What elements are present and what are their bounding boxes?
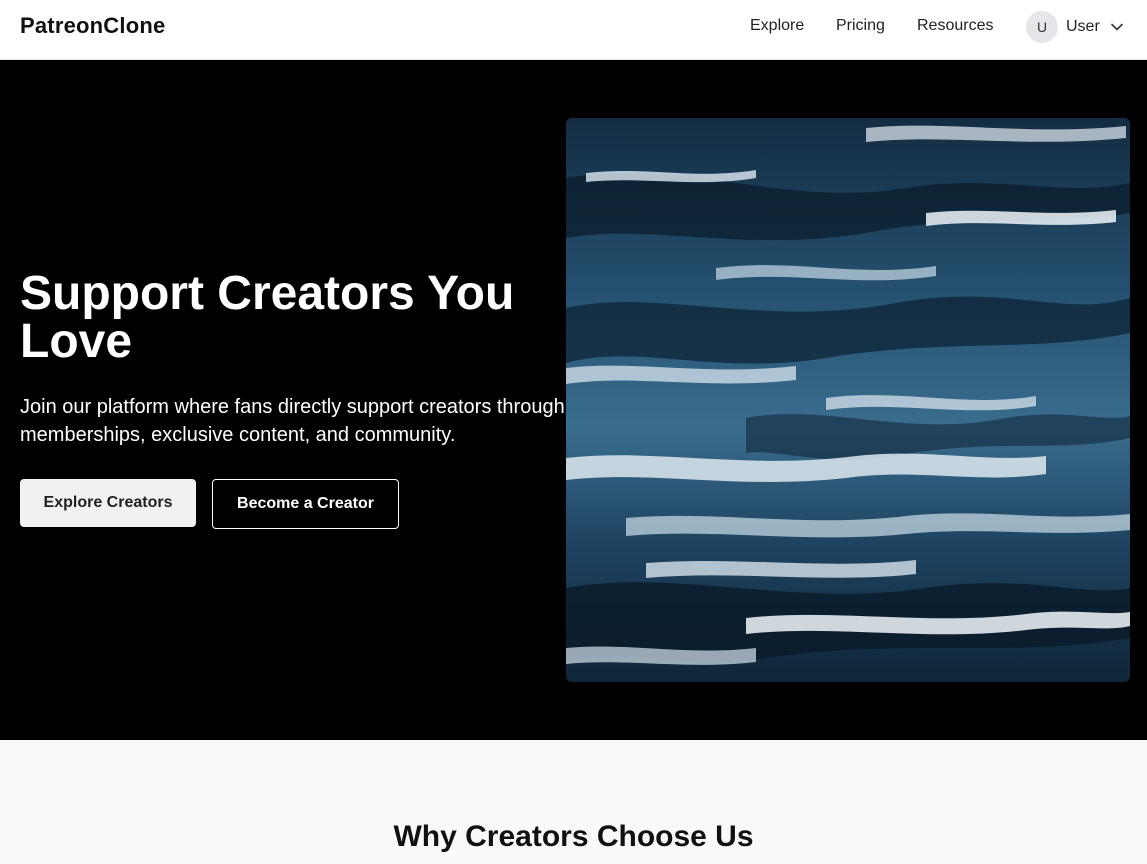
nav-link-explore[interactable]: Explore [750,17,804,35]
features-title: Why Creators Choose Us [393,820,754,853]
features-section: Why Creators Choose Us [0,740,1147,864]
hero-title: Support Creators You Love [20,267,515,368]
explore-creators-button[interactable]: Explore Creators [20,479,196,527]
logo[interactable]: PatreonClone [20,13,165,39]
user-menu[interactable]: U User [1026,11,1124,43]
hero-image [566,118,1130,682]
hero-subtitle: Join our platform where fans directly su… [20,396,565,446]
top-header: PatreonClone Explore Pricing Resources U… [0,0,1147,60]
nav-link-pricing[interactable]: Pricing [836,17,885,35]
chevron-down-icon [1110,20,1124,34]
hero-section: Support Creators You Love Join our platf… [0,60,1147,740]
avatar: U [1026,11,1058,43]
user-name: User [1066,18,1100,35]
become-creator-button[interactable]: Become a Creator [212,479,399,529]
nav-link-resources[interactable]: Resources [917,17,993,35]
